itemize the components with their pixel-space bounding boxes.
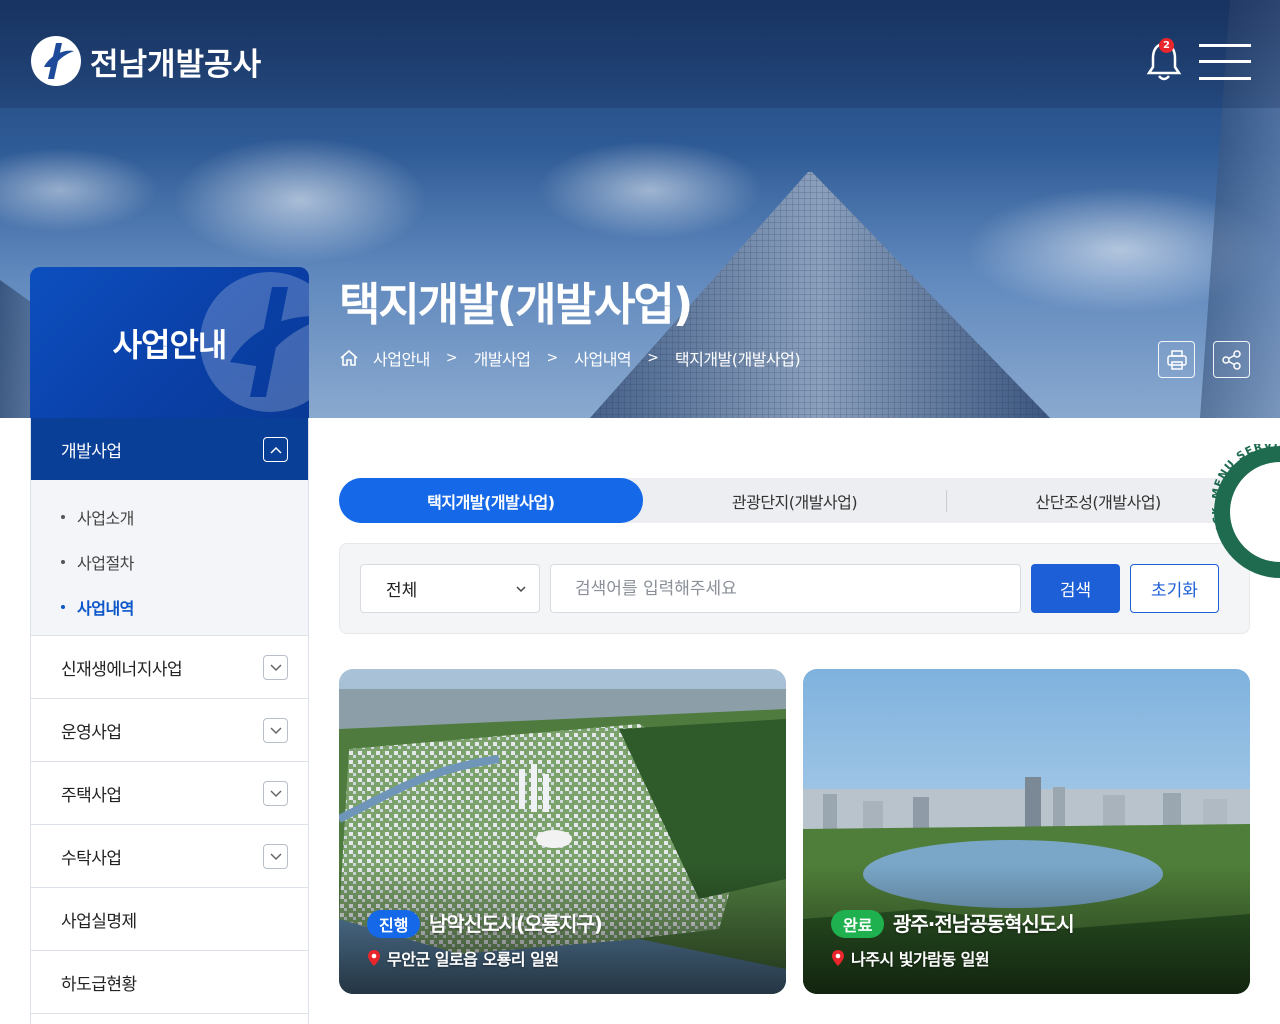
share-icon (1221, 349, 1241, 370)
category-select[interactable]: 전체 (360, 564, 540, 613)
breadcrumb-current: 택지개발(개발사업) (674, 350, 801, 369)
status-badge: 완료 (831, 910, 885, 938)
sidebar-header: 사업안내 (30, 267, 309, 418)
print-button[interactable] (1158, 341, 1195, 378)
sidebar-item-real-name[interactable]: 사업실명제 (31, 888, 308, 951)
sidebar-item-label: 운영사업 (61, 722, 122, 743)
breadcrumb-item[interactable]: 사업내역 (574, 346, 631, 370)
notification-badge: 2 (1159, 38, 1174, 53)
sidebar-item-consignment[interactable]: 수탁사업 (31, 825, 308, 888)
submenu-label: 사업소개 (77, 508, 134, 528)
menu-hamburger-icon[interactable] (1199, 44, 1251, 80)
home-icon[interactable] (339, 348, 359, 368)
status-badge: 진행 (367, 910, 421, 938)
category-tabs: 택지개발(개발사업) 관광단지(개발사업) 산단조성(개발사업) (339, 478, 1250, 523)
tab-divider (946, 490, 947, 512)
chevron-down-icon (516, 586, 526, 593)
breadcrumb-item[interactable]: 개발사업 (474, 346, 531, 370)
tab-industrial[interactable]: 산단조성(개발사업) (946, 478, 1250, 523)
search-button[interactable]: 검색 (1031, 564, 1120, 613)
project-card[interactable]: 진행 남악신도시(오룡지구) 무안군 일로읍 오룡리 일원 (339, 669, 786, 994)
select-value: 전체 (386, 581, 418, 601)
sidebar-item-label: 사업실명제 (61, 911, 137, 932)
chevron-down-icon (269, 789, 282, 797)
expand-toggle[interactable] (263, 655, 288, 680)
sidebar-item-label: 수탁사업 (61, 848, 122, 869)
project-location: 무안군 일로읍 오룡리 일원 (367, 946, 559, 970)
chevron-right-icon: > (546, 350, 559, 366)
sidebar-nav: 개발사업 사업소개 사업절차 사업내역 신재생에너지사업 운영사업 주택사업 수… (30, 418, 309, 1024)
sidebar-item-development[interactable]: 개발사업 (31, 418, 308, 480)
quick-menu-button[interactable]: QUICK MENU SERVICE (1212, 444, 1280, 580)
logo-mark-icon (31, 36, 81, 86)
sidebar-item-subcontract[interactable]: 하도급현황 (31, 951, 308, 1014)
sidebar-submenu: 사업소개 사업절차 사업내역 (31, 480, 308, 636)
submenu-item-history[interactable]: 사업내역 (31, 584, 308, 629)
reset-button[interactable]: 초기화 (1130, 564, 1219, 613)
sidebar-item-label: 개발사업 (61, 441, 122, 462)
sidebar-item-label: 신재생에너지사업 (61, 659, 183, 680)
submenu-label: 사업내역 (77, 598, 134, 618)
sidebar-item-label: 주택사업 (61, 785, 122, 806)
tab-tourism[interactable]: 관광단지(개발사업) (643, 478, 947, 523)
print-icon (1166, 349, 1187, 370)
chevron-down-icon (269, 726, 282, 734)
location-text: 무안군 일로읍 오룡리 일원 (387, 950, 559, 969)
tab-residential[interactable]: 택지개발(개발사업) (339, 478, 643, 523)
bullet-icon (61, 559, 65, 564)
chevron-down-icon (269, 663, 282, 671)
site-logo[interactable]: 전남개발공사 (30, 35, 261, 87)
submenu-label: 사업절차 (77, 553, 134, 573)
submenu-item-intro[interactable]: 사업소개 (31, 494, 308, 539)
chevron-right-icon: > (647, 350, 659, 366)
sidebar-item-operation[interactable]: 운영사업 (31, 699, 308, 762)
bullet-icon (61, 514, 65, 519)
expand-toggle[interactable] (263, 844, 288, 869)
logo-text: 전남개발공사 (90, 46, 262, 83)
collapse-toggle[interactable] (263, 437, 288, 462)
expand-toggle[interactable] (263, 718, 288, 743)
location-text: 나주시 빛가람동 일원 (851, 950, 990, 969)
breadcrumb: 사업안내 > 개발사업 > 사업내역 > 택지개발(개발사업) (339, 346, 801, 370)
sidebar-title: 사업안내 (112, 325, 228, 364)
breadcrumb-item[interactable]: 사업안내 (373, 346, 430, 370)
project-location: 나주시 빛가람동 일원 (831, 946, 990, 970)
sidebar-item-renewable[interactable]: 신재생에너지사업 (31, 636, 308, 699)
location-pin-icon (368, 950, 380, 966)
project-title: 남악신도시(오룡지구) (429, 912, 603, 936)
location-pin-icon (832, 950, 844, 966)
chevron-up-icon (269, 446, 282, 454)
share-button[interactable] (1213, 341, 1250, 378)
chevron-right-icon: > (445, 350, 458, 366)
project-title: 광주·전남공동혁신도시 (893, 912, 1075, 936)
sidebar-item-label: 하도급현황 (61, 974, 137, 995)
project-card[interactable]: 완료 광주·전남공동혁신도시 나주시 빛가람동 일원 (803, 669, 1250, 994)
expand-toggle[interactable] (263, 781, 288, 806)
search-input[interactable] (550, 564, 1021, 613)
chevron-down-icon (269, 852, 282, 860)
sidebar-item-housing[interactable]: 주택사업 (31, 762, 308, 825)
submenu-item-procedure[interactable]: 사업절차 (31, 539, 308, 584)
bullet-icon (61, 604, 65, 609)
page-title: 택지개발(개발사업) (339, 278, 693, 331)
